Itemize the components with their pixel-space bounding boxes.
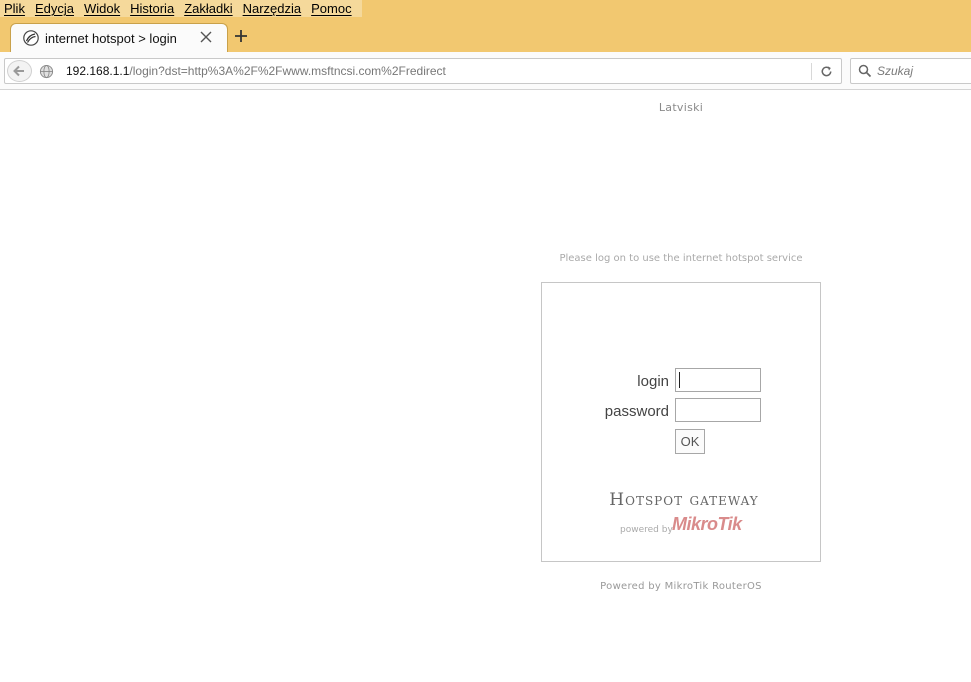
password-label: password — [604, 403, 669, 420]
hotspot-gateway-title: Hotspot gateway — [609, 490, 759, 510]
back-button[interactable] — [7, 60, 32, 82]
menu-view[interactable]: Widok — [80, 0, 126, 17]
menu-items: Plik Edycja Widok Historia Zakładki Narz… — [0, 0, 362, 17]
url-bar[interactable]: 192.168.1.1/login?dst=http%3A%2F%2Fwww.m… — [4, 58, 842, 84]
close-icon[interactable] — [198, 29, 214, 45]
url-separator — [811, 63, 812, 80]
menu-edit[interactable]: Edycja — [31, 0, 80, 17]
login-box: login password OK Hotspot gateway powere… — [541, 282, 821, 562]
login-label: login — [637, 373, 669, 390]
ok-button[interactable]: OK — [675, 429, 705, 454]
language-link[interactable]: Latviski — [0, 101, 971, 114]
tab-bar: internet hotspot > login — [0, 19, 971, 52]
new-tab-plus-icon[interactable] — [232, 27, 250, 45]
navigation-bar: 192.168.1.1/login?dst=http%3A%2F%2Fwww.m… — [0, 52, 971, 90]
text-caret — [679, 372, 680, 388]
tab-hotspot-login[interactable]: internet hotspot > login — [10, 23, 228, 52]
search-icon — [858, 64, 872, 78]
mikrotik-logo: MikroTik — [672, 514, 742, 534]
search-input[interactable] — [877, 63, 971, 79]
reload-icon[interactable] — [819, 64, 834, 79]
menu-help[interactable]: Pomoc — [307, 0, 357, 17]
tab-title: internet hotspot > login — [45, 31, 177, 46]
login-input[interactable] — [675, 368, 761, 392]
back-arrow-icon — [13, 65, 24, 77]
login-notice: Please log on to use the internet hotspo… — [559, 253, 803, 264]
menu-history[interactable]: Historia — [126, 0, 180, 17]
password-input[interactable] — [675, 398, 761, 422]
menu-tools[interactable]: Narzędzia — [239, 0, 308, 17]
globe-icon[interactable] — [39, 64, 54, 79]
footer-powered-by[interactable]: Powered by MikroTik RouterOS — [0, 581, 971, 592]
url-path: /login?dst=http%3A%2F%2Fwww.msftncsi.com… — [129, 64, 446, 78]
url-text[interactable]: 192.168.1.1/login?dst=http%3A%2F%2Fwww.m… — [66, 64, 446, 78]
menu-bookmarks[interactable]: Zakładki — [180, 0, 238, 17]
mikrotik-favicon-icon — [23, 30, 39, 46]
search-bar[interactable] — [850, 58, 971, 84]
menu-bar: Plik Edycja Widok Historia Zakładki Narz… — [0, 0, 971, 19]
powered-by-small: powered by — [620, 525, 673, 535]
menu-file[interactable]: Plik — [0, 0, 31, 17]
url-host: 192.168.1.1 — [66, 64, 130, 78]
